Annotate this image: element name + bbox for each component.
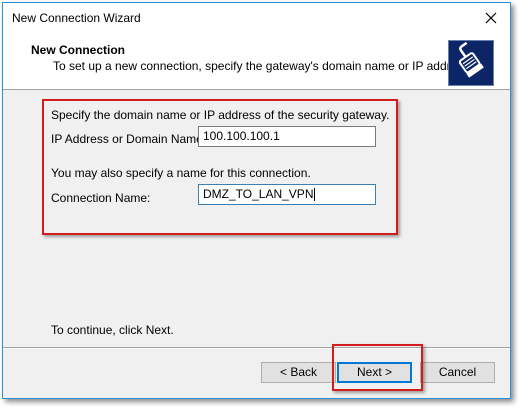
wizard-header: New Connection To set up a new connectio… bbox=[3, 33, 510, 90]
next-highlight-box bbox=[332, 344, 423, 391]
title-bar[interactable]: New Connection Wizard bbox=[3, 3, 510, 33]
header-subtitle: To set up a new connection, specify the … bbox=[53, 59, 473, 73]
header-title: New Connection bbox=[31, 43, 126, 57]
back-button[interactable]: < Back bbox=[261, 362, 336, 383]
footer-divider bbox=[3, 347, 510, 349]
close-button[interactable] bbox=[480, 7, 502, 29]
window-title: New Connection Wizard bbox=[12, 11, 141, 25]
close-icon bbox=[485, 12, 497, 24]
wizard-window: New Connection Wizard New Connection To … bbox=[2, 2, 511, 399]
network-cable-icon bbox=[448, 40, 494, 86]
continue-hint: To continue, click Next. bbox=[51, 323, 174, 337]
cancel-button[interactable]: Cancel bbox=[420, 362, 495, 383]
form-highlight-box bbox=[42, 99, 398, 235]
